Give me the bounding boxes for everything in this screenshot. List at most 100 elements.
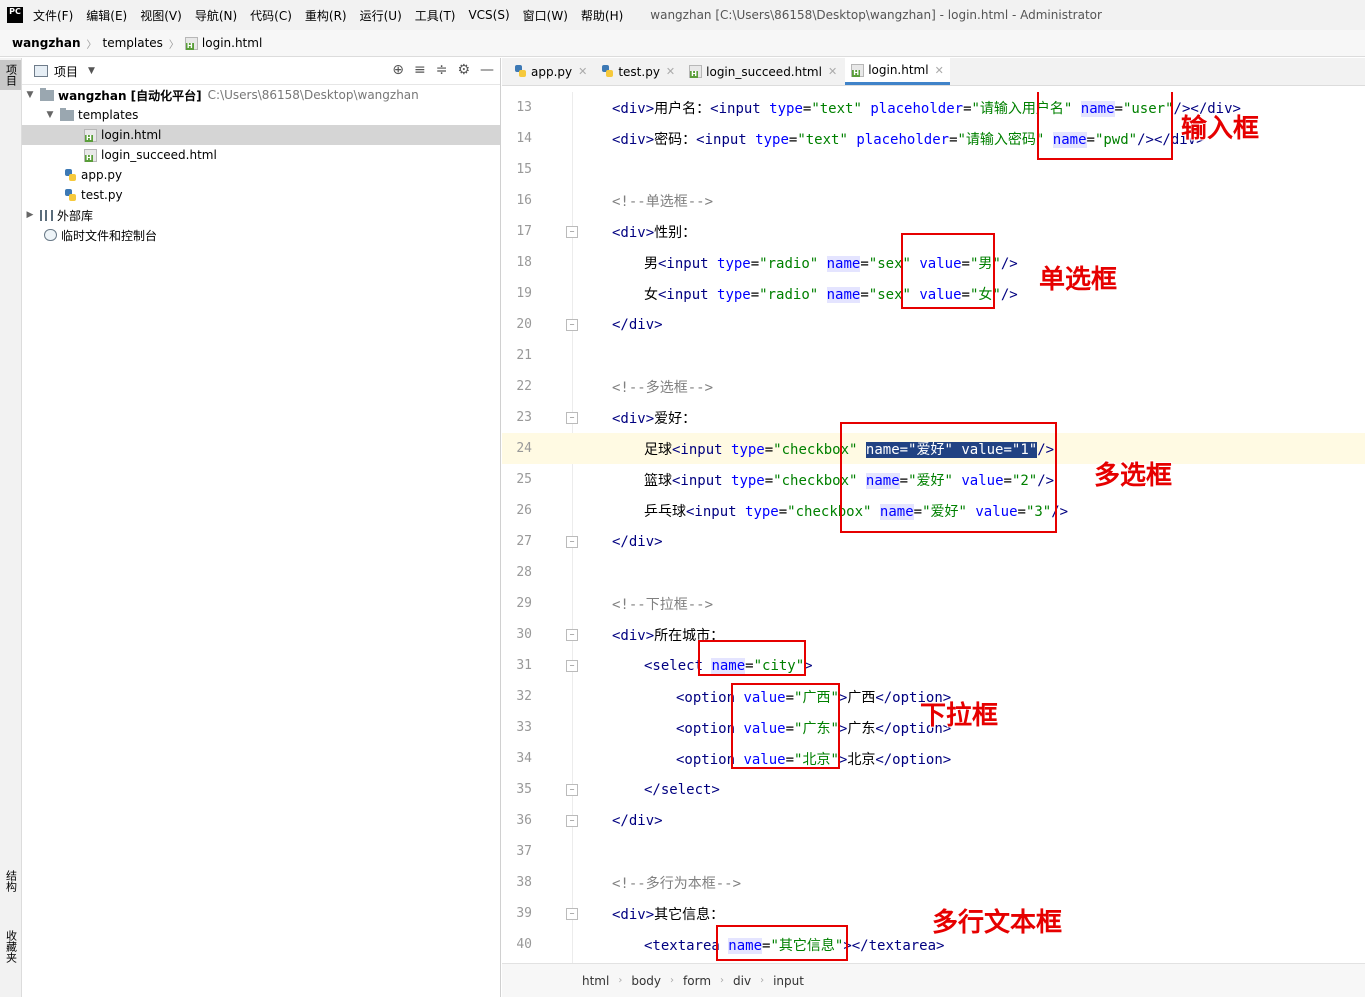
annotation-box-textarea	[716, 925, 848, 961]
stripe-tab-project[interactable]: 项目	[0, 60, 21, 90]
breadcrumb-form[interactable]: form	[683, 974, 711, 988]
chevron-right-icon: ›	[618, 975, 623, 986]
tab-login-succeed-html[interactable]: login_succeed.html ✕	[683, 58, 843, 85]
close-icon[interactable]: ✕	[578, 65, 587, 78]
line-number: 18	[516, 255, 532, 270]
expand-all-icon[interactable]: ≡	[414, 62, 426, 78]
code-line[interactable]: 34 <option value="北京">北京</option>	[502, 743, 1365, 774]
fold-marker-icon[interactable]: −	[566, 535, 578, 548]
menu-run[interactable]: 运行(U)	[360, 7, 402, 24]
gear-icon[interactable]: ⚙	[457, 62, 470, 78]
code-line[interactable]: 28	[502, 557, 1365, 588]
menu-file[interactable]: 文件(F)	[33, 7, 73, 24]
menu-navigate[interactable]: 导航(N)	[195, 7, 237, 24]
fold-marker-icon[interactable]: −	[566, 225, 578, 238]
code-line[interactable]: 29 <!--下拉框-->	[502, 588, 1365, 619]
nav-crumb-file[interactable]: login.html	[202, 36, 262, 50]
line-number: 29	[516, 596, 532, 611]
menu-window[interactable]: 窗口(W)	[523, 7, 568, 24]
chevron-down-icon[interactable]: ▼	[44, 110, 56, 120]
close-icon[interactable]: ✕	[666, 65, 675, 78]
code-line[interactable]: 16 <!--单选框-->	[502, 185, 1365, 216]
tree-item-templates[interactable]: ▼ templates	[22, 105, 500, 125]
tree-item-label: test.py	[81, 188, 123, 202]
annotation-box-input	[1037, 92, 1173, 160]
code-line[interactable]: 38 <!--多行为本框-->	[502, 867, 1365, 898]
stripe-tab-favorites[interactable]: 收藏夹	[0, 926, 21, 967]
fold-marker-icon[interactable]: −	[566, 659, 578, 672]
tree-item-login-succeed-html[interactable]: login_succeed.html	[22, 145, 500, 165]
menu-code[interactable]: 代码(C)	[250, 7, 292, 24]
menu-bar: PC 文件(F) 编辑(E) 视图(V) 导航(N) 代码(C) 重构(R) 运…	[0, 0, 1365, 30]
code-line[interactable]: 36 − </div>	[502, 805, 1365, 836]
nav-crumb-folder[interactable]: templates	[102, 36, 162, 50]
code-text: <div>其它信息：	[612, 904, 724, 924]
minimize-icon[interactable]: —	[480, 62, 494, 78]
text: 爱好：	[654, 410, 697, 427]
code-line[interactable]: 22 <!--多选框-->	[502, 371, 1365, 402]
tree-item-label: login.html	[101, 128, 162, 142]
project-panel-title[interactable]: 项目	[54, 63, 78, 80]
fold-marker-icon[interactable]: −	[566, 628, 578, 641]
nav-crumb-project[interactable]: wangzhan	[12, 36, 80, 50]
menu-vcs[interactable]: VCS(S)	[468, 8, 509, 22]
project-panel-header: 项目 ▼ ⊕ ≡ ≑ ⚙ —	[22, 58, 500, 85]
code-line[interactable]: 21	[502, 340, 1365, 371]
chevron-down-icon[interactable]: ▼	[24, 90, 36, 100]
code-line[interactable]: 30 − <div>所在城市：	[502, 619, 1365, 650]
chevron-right-icon[interactable]: ▶	[24, 210, 36, 220]
breadcrumb-div[interactable]: div	[733, 974, 751, 988]
line-number: 38	[516, 875, 532, 890]
project-tool-window: 项目 ▼ ⊕ ≡ ≑ ⚙ — ▼ wangzhan [自动化平台] C:\Use…	[22, 58, 501, 997]
tab-label: login_succeed.html	[706, 64, 822, 79]
tree-item-login-html[interactable]: login.html	[22, 125, 500, 145]
code-line[interactable]: 20 − </div>	[502, 309, 1365, 340]
stripe-tab-structure[interactable]: 结构	[0, 866, 21, 896]
code-line[interactable]: 35 − </select>	[502, 774, 1365, 805]
fold-marker-icon[interactable]: −	[566, 907, 578, 920]
chevron-right-icon: ›	[720, 975, 725, 986]
tag: </div>	[612, 533, 663, 550]
annotation-box-option	[731, 683, 840, 769]
fold-marker-icon[interactable]: −	[566, 411, 578, 424]
menu-refactor[interactable]: 重构(R)	[305, 7, 347, 24]
line-number: 26	[516, 503, 532, 518]
tag: <div>	[612, 131, 655, 148]
tree-item-app-py[interactable]: app.py	[22, 165, 500, 185]
chevron-down-icon[interactable]: ▼	[88, 66, 95, 76]
code-area[interactable]: 13 <div>用户名：<input type="text" placehold…	[502, 92, 1365, 967]
tree-item-project-root[interactable]: ▼ wangzhan [自动化平台] C:\Users\86158\Deskto…	[22, 85, 500, 105]
menu-help[interactable]: 帮助(H)	[581, 7, 623, 24]
fold-marker-icon[interactable]: −	[566, 783, 578, 796]
tree-item-external-libraries[interactable]: ▶ 外部库	[22, 205, 500, 225]
tab-app-py[interactable]: app.py ✕	[508, 58, 593, 85]
equals: =	[949, 131, 958, 148]
locate-file-icon[interactable]: ⊕	[392, 62, 404, 78]
close-icon[interactable]: ✕	[828, 65, 837, 78]
attribute: type	[731, 472, 765, 489]
breadcrumb-html[interactable]: html	[582, 974, 609, 988]
tree-item-test-py[interactable]: test.py	[22, 185, 500, 205]
breadcrumb-body[interactable]: body	[631, 974, 661, 988]
tab-label: login.html	[868, 63, 929, 77]
tab-test-py[interactable]: test.py ✕	[595, 58, 681, 85]
equals: =	[778, 503, 788, 520]
fold-marker-icon[interactable]: −	[566, 814, 578, 827]
code-line[interactable]: 37	[502, 836, 1365, 867]
menu-view[interactable]: 视图(V)	[140, 7, 182, 24]
text: 北京	[847, 751, 876, 768]
tag: </div>	[612, 812, 663, 829]
breadcrumb-input[interactable]: input	[773, 974, 804, 988]
fold-marker-icon[interactable]: −	[566, 318, 578, 331]
code-line[interactable]: 15	[502, 154, 1365, 185]
line-number: 33	[516, 720, 532, 735]
close-icon[interactable]: ✕	[935, 64, 944, 77]
code-line[interactable]: 31 − <select name="city">	[502, 650, 1365, 681]
menu-edit[interactable]: 编辑(E)	[86, 7, 127, 24]
tab-login-html[interactable]: login.html ✕	[845, 58, 950, 85]
line-number: 27	[516, 534, 532, 549]
tree-item-scratches[interactable]: 临时文件和控制台	[22, 225, 500, 245]
collapse-all-icon[interactable]: ≑	[436, 62, 448, 78]
menu-tools[interactable]: 工具(T)	[415, 7, 456, 24]
